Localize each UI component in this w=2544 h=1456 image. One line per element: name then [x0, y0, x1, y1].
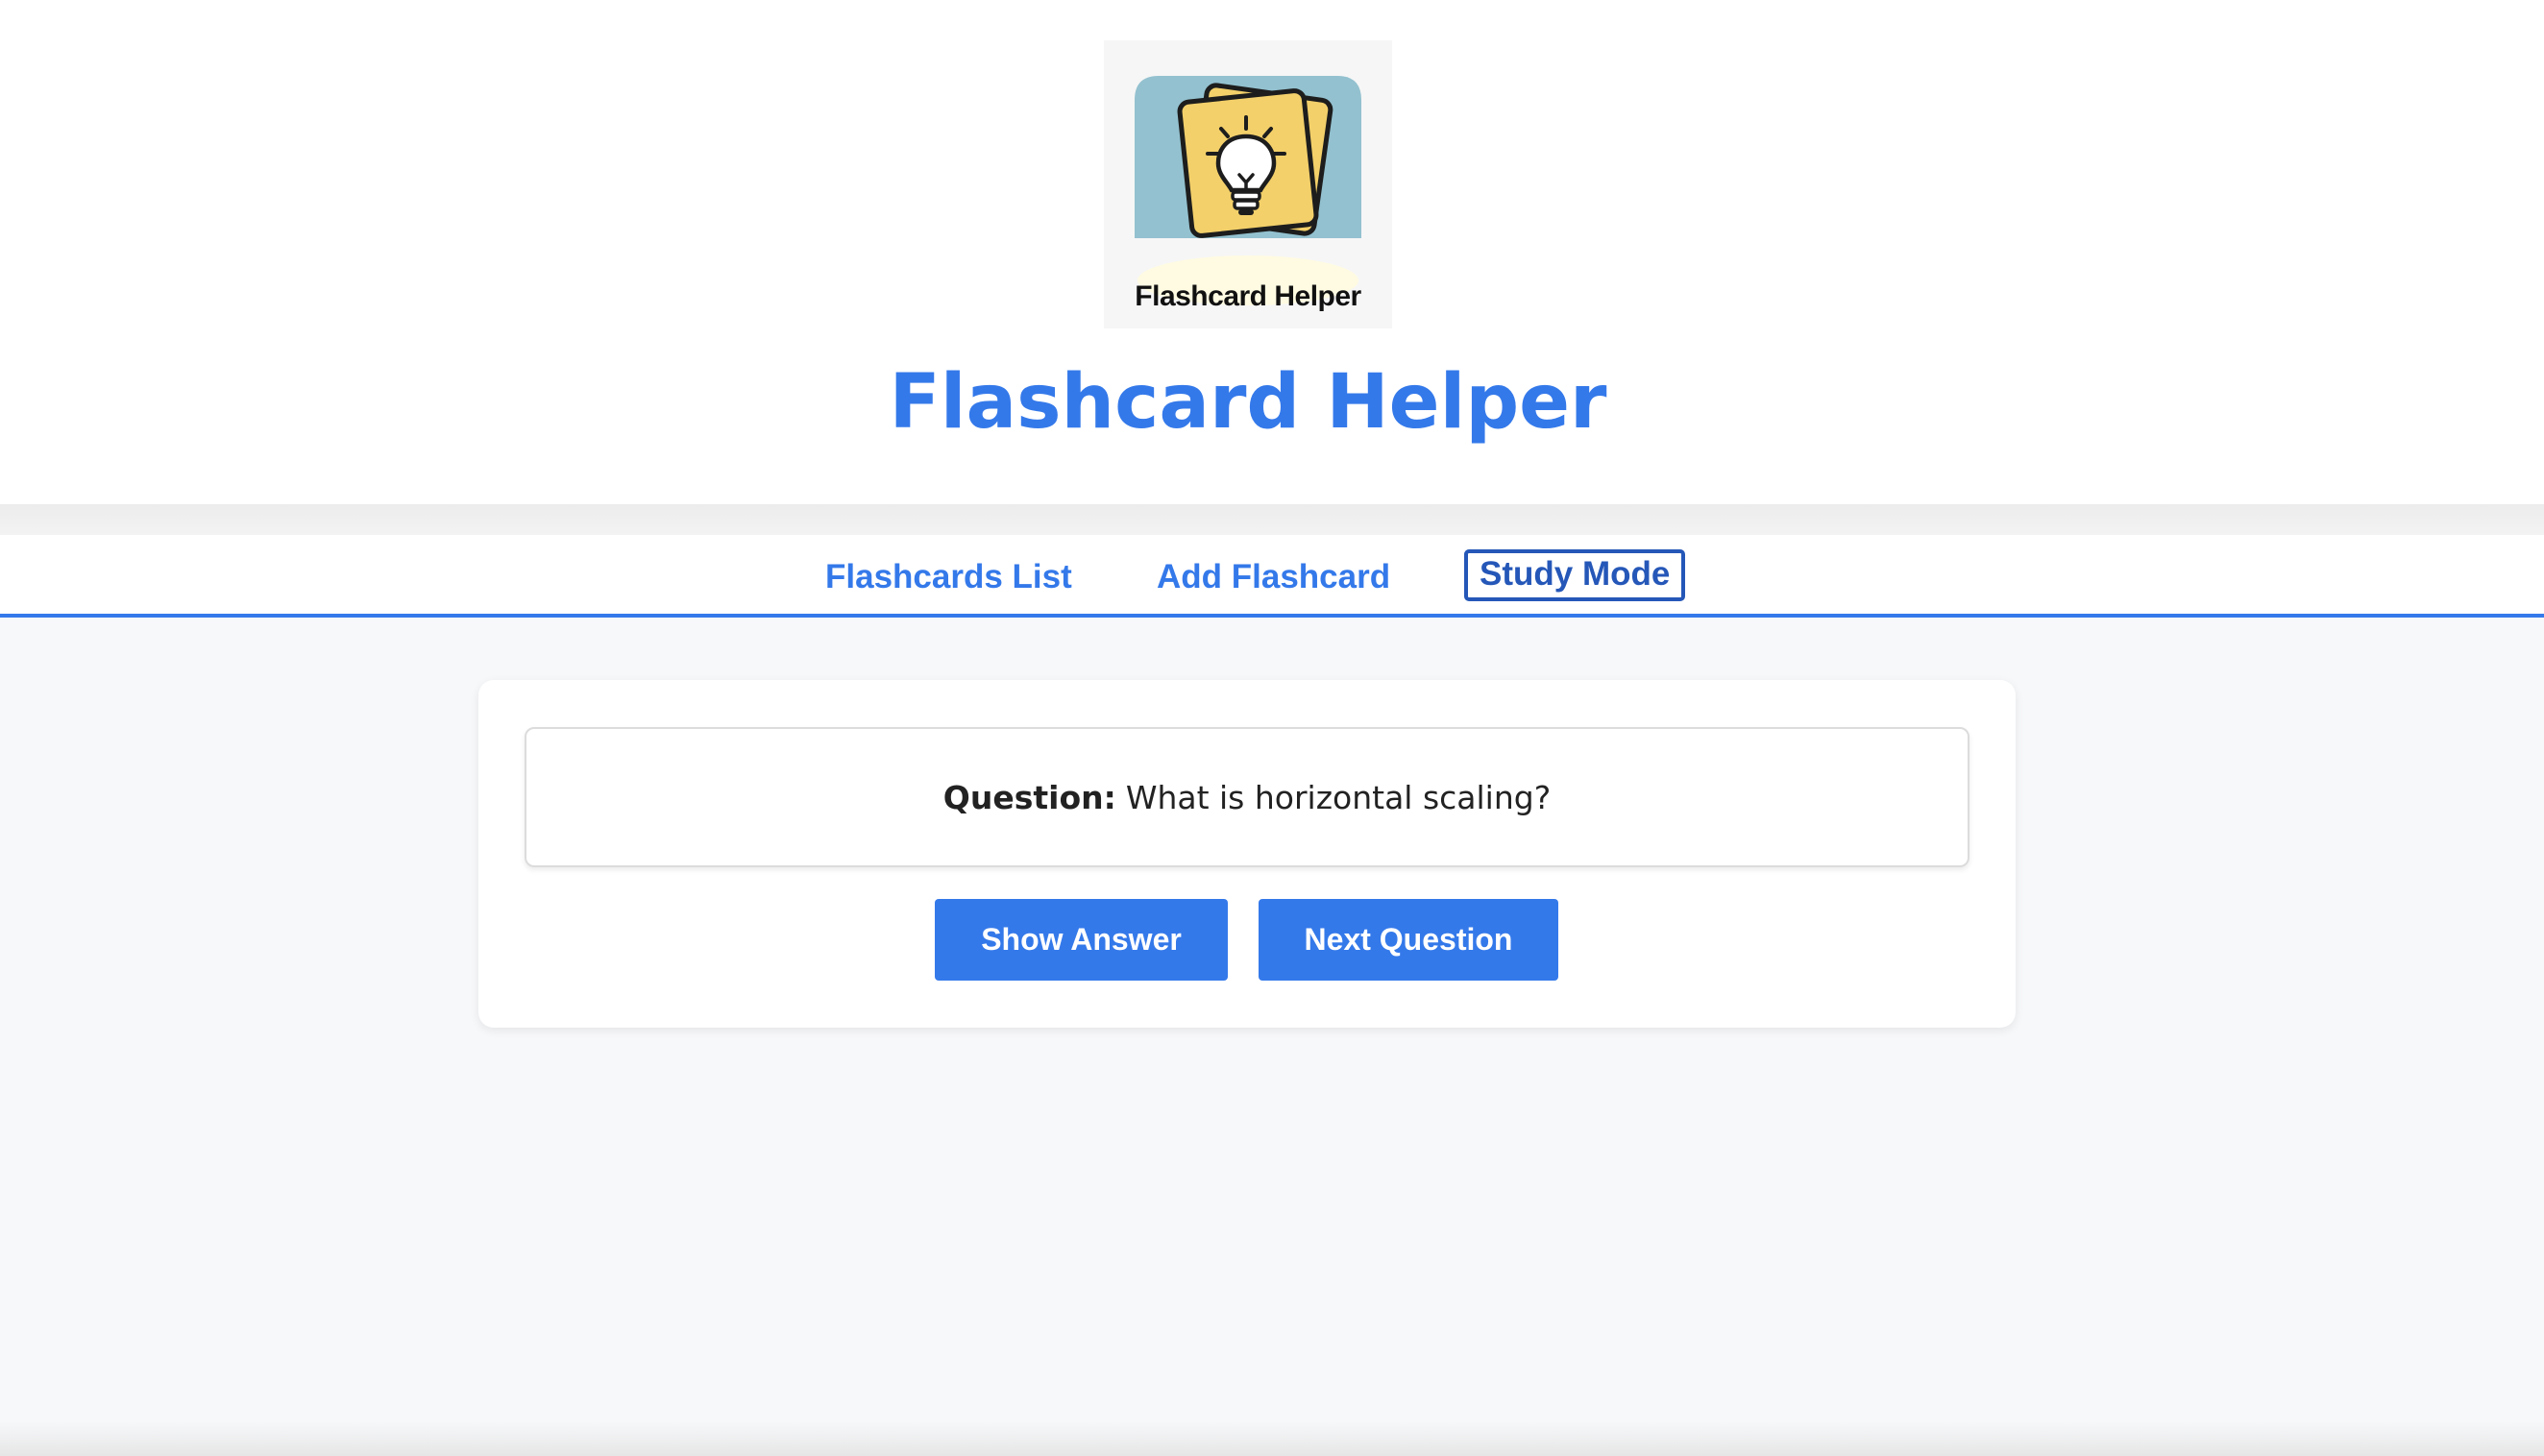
flashcard[interactable]: Question: What is horizontal scaling? — [525, 727, 1969, 867]
study-panel: Question: What is horizontal scaling? Sh… — [478, 680, 2016, 1028]
nav-item-add-flashcard[interactable]: Add Flashcard — [1157, 554, 1390, 600]
app-header: Flashcard Helper Flashcard Helper — [0, 0, 2544, 504]
show-answer-button[interactable]: Show Answer — [935, 899, 1228, 981]
page-title: Flashcard Helper — [889, 359, 1607, 446]
question-text: What is horizontal scaling? — [1125, 778, 1552, 816]
window-bottom-edge — [0, 1421, 2544, 1456]
header-divider — [0, 504, 2544, 535]
app-logo: Flashcard Helper — [1104, 40, 1392, 328]
next-question-button[interactable]: Next Question — [1259, 899, 1558, 981]
nav-item-study-mode[interactable]: Study Mode — [1464, 549, 1686, 601]
nav-item-flashcards-list[interactable]: Flashcards List — [825, 554, 1072, 600]
question-row: Question: What is horizontal scaling? — [526, 729, 1968, 865]
main-nav: Flashcards List Add Flashcard Study Mode — [0, 535, 2544, 618]
question-label: Question: — [942, 778, 1116, 816]
logo-label: Flashcard Helper — [1135, 280, 1361, 312]
